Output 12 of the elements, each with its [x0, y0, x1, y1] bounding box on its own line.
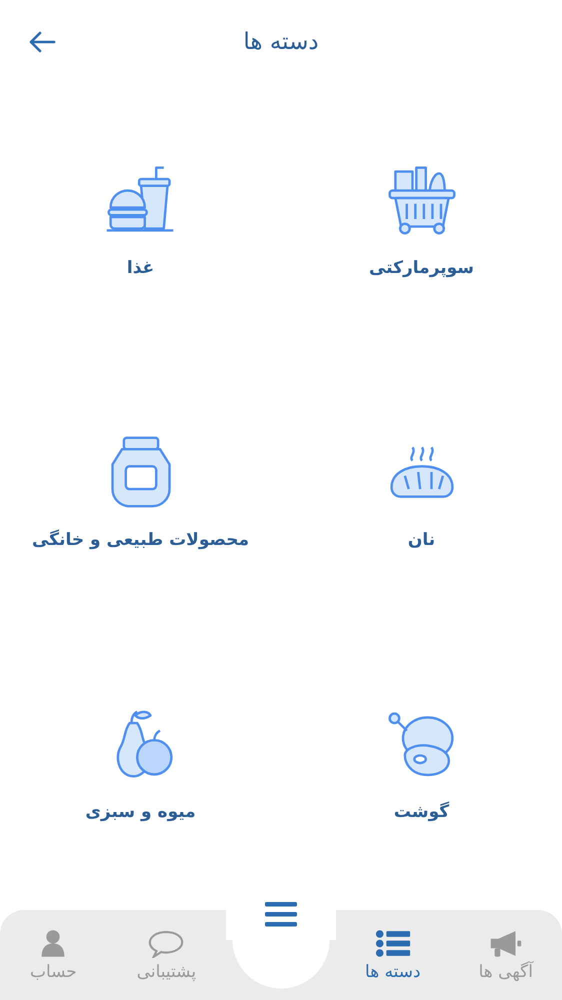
category-label[interactable]: غذا	[126, 258, 154, 278]
category-label[interactable]: محصولات طبیعی و خانگی	[32, 530, 250, 550]
nav-tab[interactable]: دسته ها	[359, 910, 427, 1000]
category-label[interactable]: گوشت	[394, 802, 450, 822]
page-title: دسته ها	[243, 29, 319, 55]
category-label[interactable]: سوپرمارکتی	[368, 258, 474, 278]
back-arrow-icon[interactable]	[28, 30, 56, 54]
category-label[interactable]: نان	[408, 530, 436, 550]
category-label[interactable]: میوه و سبزی	[85, 802, 196, 822]
menu-icon[interactable]	[265, 900, 297, 928]
chat-icon	[147, 928, 186, 958]
list-icon	[374, 928, 412, 958]
